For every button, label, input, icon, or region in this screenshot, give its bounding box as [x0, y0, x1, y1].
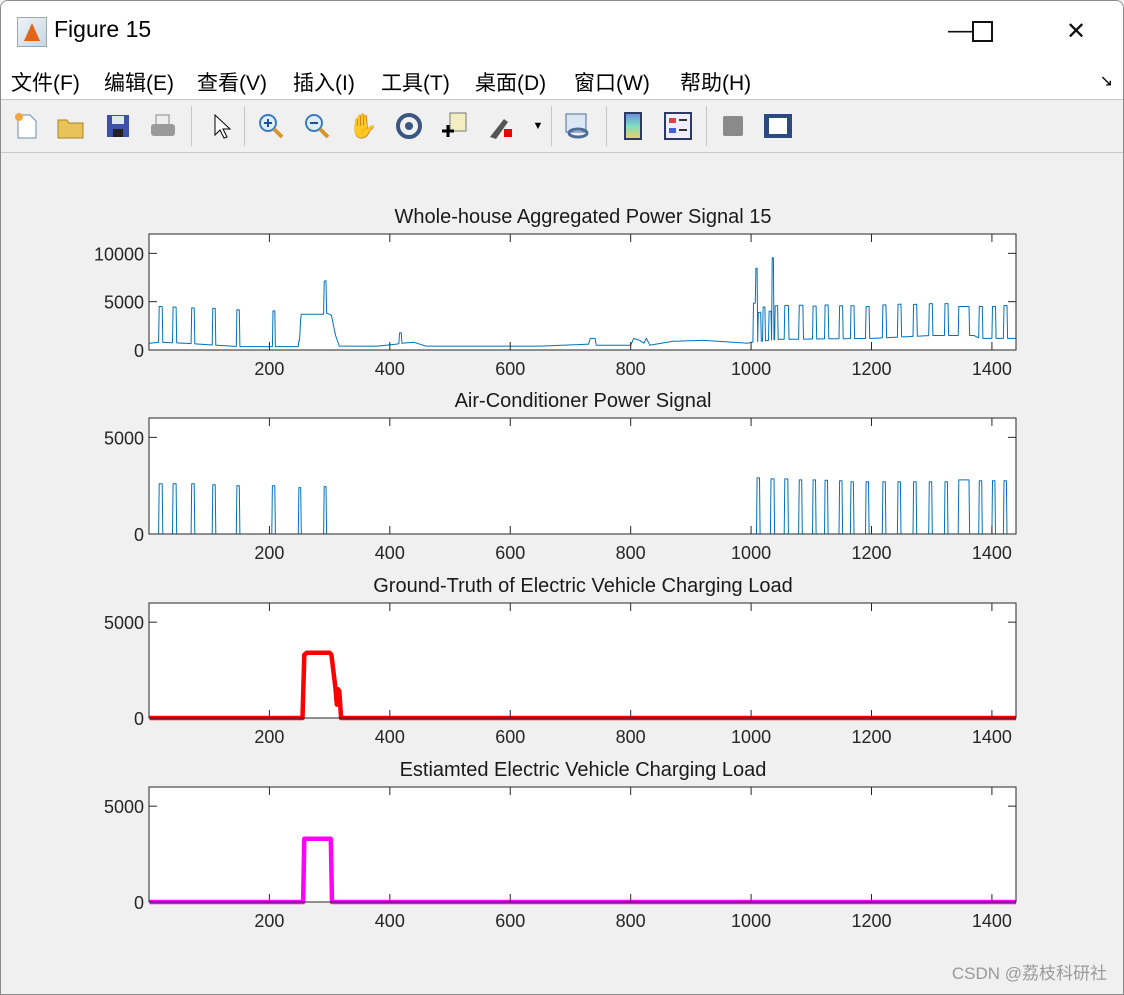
x-tick-label: 400 — [375, 911, 405, 931]
figure-window: Figure 15 — ✕ 文件(F) 编辑(E) 查看(V) 插入(I) 工具… — [0, 0, 1124, 995]
x-tick-label: 1000 — [731, 359, 771, 379]
y-tick-label: 5000 — [104, 293, 144, 313]
x-tick-label: 1400 — [972, 911, 1012, 931]
x-tick-label: 200 — [254, 359, 284, 379]
figure-axes-canvas: 200 400 600 800 1000 1200 14000500010000200 400… — [94, 233, 1018, 931]
y-tick-label: 5000 — [104, 797, 144, 817]
x-tick-label: 1000 — [731, 911, 771, 931]
x-tick-label: 800 — [616, 359, 646, 379]
x-tick-label: 200 — [254, 543, 284, 563]
x-tick-label: 400 — [375, 727, 405, 747]
x-tick-label: 1000 — [731, 727, 771, 747]
x-tick-label: 1000 — [731, 543, 771, 563]
watermark: CSDN @荔枝科研社 — [951, 964, 1107, 983]
y-tick-label: 0 — [134, 893, 144, 913]
x-tick-label: 400 — [375, 543, 405, 563]
x-tick-label: 600 — [495, 727, 525, 747]
x-tick-label: 200 — [254, 911, 284, 931]
plot-1-axes-background — [149, 234, 1016, 350]
x-tick-label: 1200 — [851, 359, 891, 379]
y-tick-label: 0 — [134, 525, 144, 545]
y-tick-label: 5000 — [104, 613, 144, 633]
y-tick-label: 10000 — [94, 244, 144, 264]
x-tick-label: 200 — [254, 727, 284, 747]
x-tick-label: 1200 — [851, 911, 891, 931]
x-tick-label: 1400 — [972, 727, 1012, 747]
x-tick-label: 800 — [616, 911, 646, 931]
plot-4-axes-background — [149, 787, 1016, 902]
x-tick-label: 800 — [616, 543, 646, 563]
y-tick-label: 0 — [134, 341, 144, 361]
x-tick-label: 1400 — [972, 543, 1012, 563]
x-tick-label: 600 — [495, 359, 525, 379]
y-tick-label: 0 — [134, 709, 144, 729]
x-tick-label: 400 — [375, 359, 405, 379]
x-tick-label: 1400 — [972, 359, 1012, 379]
x-tick-label: 1200 — [851, 543, 891, 563]
y-tick-label: 5000 — [104, 428, 144, 448]
plot-3-axes-background — [149, 603, 1016, 718]
x-tick-label: 600 — [495, 543, 525, 563]
x-tick-label: 1200 — [851, 727, 891, 747]
x-tick-label: 600 — [495, 911, 525, 931]
x-tick-label: 800 — [616, 727, 646, 747]
